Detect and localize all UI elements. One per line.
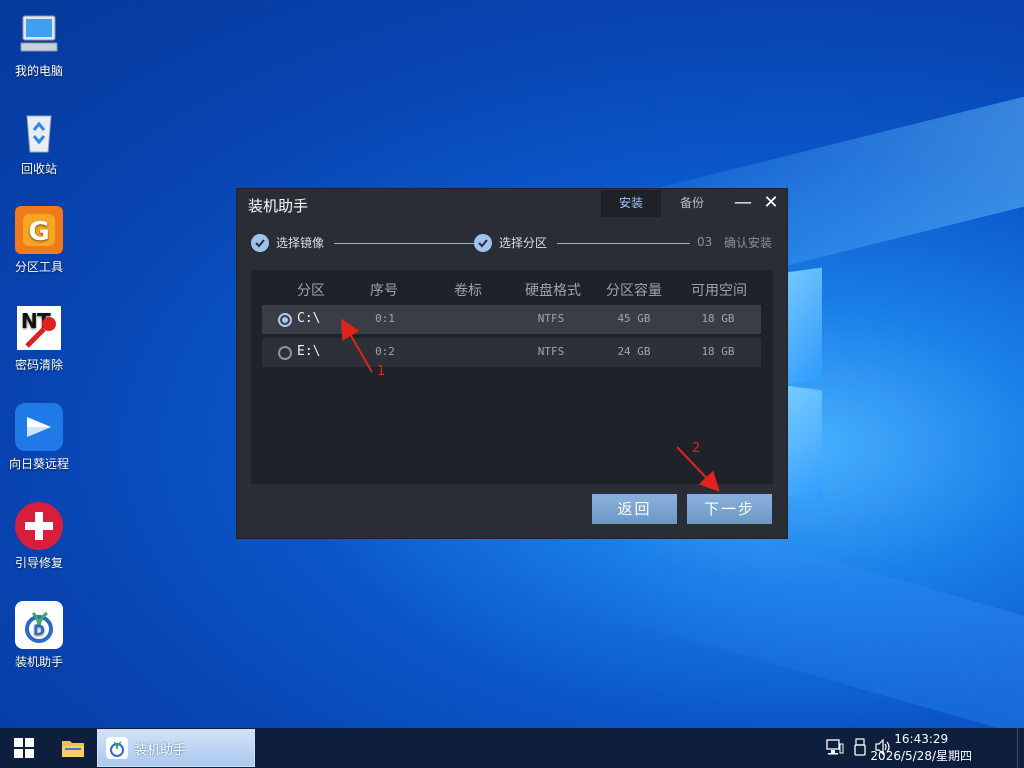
svg-text:D: D: [33, 623, 45, 639]
show-desktop-button[interactable]: [1017, 728, 1024, 768]
annotation-arrows: [340, 318, 720, 492]
desktop-icon-sunflower-remote[interactable]: 向日葵远程: [4, 403, 74, 472]
annotation-arrow-1: [340, 318, 373, 373]
start-button[interactable]: [0, 728, 48, 768]
password-clear-icon: NT: [15, 304, 63, 352]
folder-icon: [62, 741, 84, 757]
recycle-bin-icon: [15, 108, 63, 156]
taskbar-app-install-assistant[interactable]: 装机助手: [97, 729, 255, 767]
computer-icon: [15, 10, 63, 58]
taskbar-app-label: 装机助手: [134, 742, 187, 758]
usb-icon[interactable]: [852, 738, 868, 760]
install-assistant-icon: [106, 737, 128, 759]
clock-date: 2026/5/28/星期四: [870, 749, 972, 763]
desktop-icon-label: 装机助手: [14, 655, 63, 669]
wallpaper-logo-pane: [786, 267, 822, 385]
desktop-icon-boot-repair[interactable]: 引导修复: [4, 502, 74, 571]
desktop-icon-label: 引导修复: [14, 556, 63, 570]
desktop-icon-password-clear[interactable]: NT 密码清除: [4, 304, 74, 373]
sunflower-remote-icon: [15, 403, 63, 451]
boot-repair-icon: [15, 502, 63, 550]
clock-time: 16:43:29: [894, 732, 949, 746]
file-explorer-button[interactable]: [50, 728, 96, 768]
svg-text:N: N: [21, 309, 38, 333]
desktop-icon-my-computer[interactable]: 我的电脑: [4, 10, 74, 79]
desktop-icon-label: 密码清除: [14, 358, 63, 372]
annotation-number: 2: [692, 441, 701, 456]
desktop-icon-label: 向日葵远程: [8, 457, 69, 471]
desktop-icon-install-assistant[interactable]: D 装机助手: [4, 601, 74, 670]
system-clock[interactable]: 16:43:29 2026/5/28/星期四: [870, 731, 972, 765]
install-assistant-icon: D: [15, 601, 63, 649]
windows-logo-icon: [14, 738, 34, 758]
wallpaper-logo-pane: [786, 385, 822, 501]
svg-text:G: G: [28, 217, 49, 247]
desktop-icon-label: 我的电脑: [14, 64, 63, 78]
network-icon[interactable]: [826, 738, 844, 760]
annotation-number: 1: [377, 364, 386, 379]
partition-tool-icon: G: [15, 206, 63, 254]
desktop-icon-recycle-bin[interactable]: 回收站: [4, 108, 74, 177]
taskbar: 装机助手 16:43:29 2026/5/28/星期四: [0, 728, 1024, 768]
desktop-icon-label: 回收站: [20, 162, 57, 176]
install-assistant-dialog: 装机助手 安装 备份 — ✕ 选择镜像 选择分区 03 确认安装 分区 序号 卷…: [237, 189, 787, 538]
desktop-icon-label: 分区工具: [14, 260, 63, 274]
desktop-icon-partition-tool[interactable]: G 分区工具: [4, 206, 74, 275]
